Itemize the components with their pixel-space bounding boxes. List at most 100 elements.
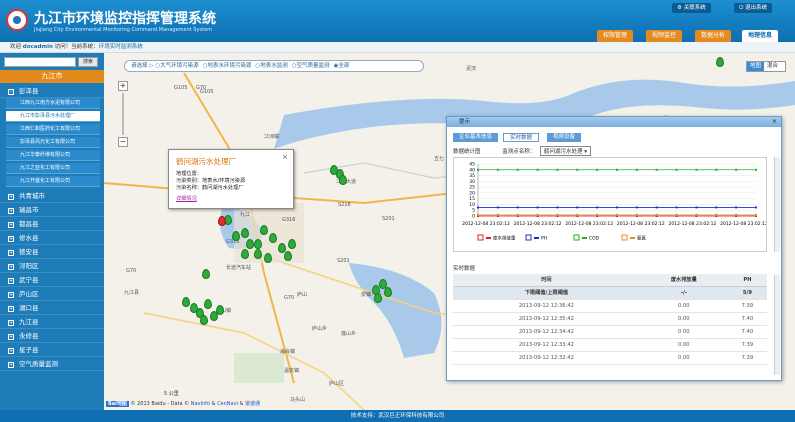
- sidebar-group-2[interactable]: + 瑞昌市: [0, 203, 104, 217]
- marker-pin-icon[interactable]: [384, 287, 392, 297]
- marker-pin-icon[interactable]: [269, 233, 277, 243]
- marker-pin-icon[interactable]: [204, 299, 212, 309]
- expand-icon[interactable]: +: [8, 348, 14, 354]
- marker-pin-icon[interactable]: [254, 249, 262, 259]
- panel-title: 提示: [459, 119, 471, 125]
- expand-icon[interactable]: +: [8, 278, 14, 284]
- cennavi-link[interactable]: CenNavi: [217, 401, 238, 407]
- popup-close-icon[interactable]: ×: [282, 153, 288, 161]
- legend-checkbox-icon[interactable]: [525, 234, 532, 241]
- expand-icon[interactable]: +: [8, 236, 14, 242]
- sidebar-company-0[interactable]: 江西九江南方水泥有限公司: [6, 98, 100, 109]
- marker-pin-icon[interactable]: [374, 293, 382, 303]
- marker-pin-icon[interactable]: [288, 239, 296, 249]
- expand-icon[interactable]: +: [8, 362, 14, 368]
- marker-pin-icon[interactable]: [182, 297, 190, 307]
- tab-video[interactable]: 视频监控: [646, 30, 683, 42]
- data-point: [695, 213, 698, 216]
- sidebar-group-7[interactable]: + 武宁县: [0, 273, 104, 287]
- table-row: 2013-09-12 12:34:42 0.00 7.40: [453, 325, 767, 339]
- marker-pin-icon[interactable]: [284, 251, 292, 261]
- sidebar-group-5[interactable]: + 德安县: [0, 245, 104, 259]
- map-type-map[interactable]: 地图: [747, 62, 765, 71]
- data-point: [496, 168, 499, 171]
- marker-pin-icon[interactable]: [200, 315, 208, 325]
- sidebar-company-6[interactable]: 九江开盛化工有限公司: [6, 176, 100, 187]
- collapse-icon[interactable]: −: [8, 89, 14, 95]
- selected-marker-pin-icon[interactable]: [218, 216, 226, 226]
- marker-pin-icon[interactable]: [216, 305, 224, 315]
- sidebar-group-12[interactable]: + 星子县: [0, 343, 104, 357]
- marker-pin-icon[interactable]: [202, 269, 210, 279]
- map-type-hybrid[interactable]: 混合: [764, 62, 781, 71]
- filter-option-2[interactable]: ○地表水监测: [255, 63, 287, 69]
- expand-icon[interactable]: +: [8, 334, 14, 340]
- place-label: S201: [382, 216, 395, 222]
- tab-video-device[interactable]: 视频设备: [547, 133, 582, 142]
- logout-link[interactable]: ⏻ 退出系统: [734, 3, 773, 13]
- sidebar-group-6[interactable]: + 浔阳区: [0, 259, 104, 273]
- expand-icon[interactable]: +: [8, 264, 14, 270]
- legend-checkbox-icon[interactable]: [621, 234, 628, 241]
- marker-pin-icon[interactable]: [246, 239, 254, 249]
- zoom-slider[interactable]: [122, 93, 124, 135]
- expand-icon[interactable]: +: [8, 250, 14, 256]
- navinfo-link[interactable]: NavInfo: [191, 401, 210, 407]
- city-header[interactable]: 九江市: [0, 70, 104, 83]
- sidebar-company-3[interactable]: 彭泽县风元化工有限公司: [6, 137, 100, 148]
- search-input[interactable]: [4, 57, 76, 67]
- chart-scrollbar[interactable]: [774, 157, 780, 252]
- daodaotong-link[interactable]: 道道通: [245, 401, 260, 407]
- search-button[interactable]: 搜索: [78, 57, 98, 67]
- place-label: 庐山区: [329, 381, 345, 387]
- panel-close-icon[interactable]: ×: [772, 117, 777, 127]
- related-systems-link[interactable]: ⚙ 关联系统: [672, 3, 711, 13]
- filter-option-4[interactable]: ◉全部: [334, 63, 350, 69]
- sidebar-company-2[interactable]: 江西仁和医药化工有限公司: [6, 124, 100, 135]
- sidebar-group-11[interactable]: + 永修县: [0, 329, 104, 343]
- expand-icon[interactable]: +: [8, 292, 14, 298]
- popup-detail-link[interactable]: 详细情况: [176, 195, 197, 202]
- marker-pin-icon[interactable]: [254, 239, 262, 249]
- expand-icon[interactable]: +: [8, 320, 14, 326]
- sidebar-company-4[interactable]: 九江华泰纤维有限公司: [6, 150, 100, 161]
- expand-icon[interactable]: +: [8, 194, 14, 200]
- filter-option-3[interactable]: ○空气质量监测: [292, 63, 330, 69]
- tab-permission[interactable]: 权限管理: [597, 30, 634, 42]
- sidebar-group-13[interactable]: + 空气质量监测: [0, 357, 104, 371]
- expand-icon[interactable]: +: [8, 208, 14, 214]
- table-scrollbar[interactable]: [774, 275, 780, 375]
- marker-pin-icon[interactable]: [339, 175, 347, 185]
- sidebar-company-5[interactable]: 九江之亚化工有限公司: [6, 163, 100, 174]
- tab-geo[interactable]: 地理信息: [742, 30, 779, 42]
- marker-pin-icon[interactable]: [716, 57, 724, 67]
- sidebar-group-10[interactable]: + 九江县: [0, 315, 104, 329]
- tab-analysis[interactable]: 数据分析: [695, 30, 732, 42]
- sidebar-group-0[interactable]: − 彭泽县: [0, 84, 104, 98]
- sidebar-group-4[interactable]: + 修水县: [0, 231, 104, 245]
- expand-icon[interactable]: +: [8, 222, 14, 228]
- tab-realtime-data[interactable]: 实时数据: [503, 133, 540, 142]
- sidebar-group-1[interactable]: + 共青城市: [0, 189, 104, 203]
- marker-pin-icon[interactable]: [241, 228, 249, 238]
- zoom-out-button[interactable]: −: [118, 137, 128, 147]
- panel-titlebar[interactable]: 提示 ×: [447, 117, 781, 127]
- data-point: [695, 168, 698, 171]
- marker-pin-icon[interactable]: [241, 249, 249, 259]
- marker-pin-icon[interactable]: [264, 253, 272, 263]
- sidebar-company-1[interactable]: 九江市彭泽县污水处理厂: [6, 111, 100, 122]
- filter-option-1[interactable]: ○地表水环境污染源: [203, 63, 252, 69]
- x-tick-label: 2012-12-08 23:02:12: [720, 221, 766, 227]
- expand-icon[interactable]: +: [8, 306, 14, 312]
- tab-company-info[interactable]: 企业基本信息: [453, 133, 499, 142]
- zoom-in-button[interactable]: +: [118, 81, 128, 91]
- sidebar-group-8[interactable]: + 庐山区: [0, 287, 104, 301]
- sidebar-group-9[interactable]: + 湖口县: [0, 301, 104, 315]
- legend-checkbox-icon[interactable]: [477, 234, 484, 241]
- marker-pin-icon[interactable]: [232, 231, 240, 241]
- legend-checkbox-icon[interactable]: [573, 234, 580, 241]
- monitor-select[interactable]: 鹤问湖污水处理 ▾: [540, 146, 592, 156]
- marker-pin-icon[interactable]: [260, 225, 268, 235]
- sidebar-group-3[interactable]: + 都昌县: [0, 217, 104, 231]
- filter-option-0[interactable]: ○大气环境污染源: [155, 63, 198, 69]
